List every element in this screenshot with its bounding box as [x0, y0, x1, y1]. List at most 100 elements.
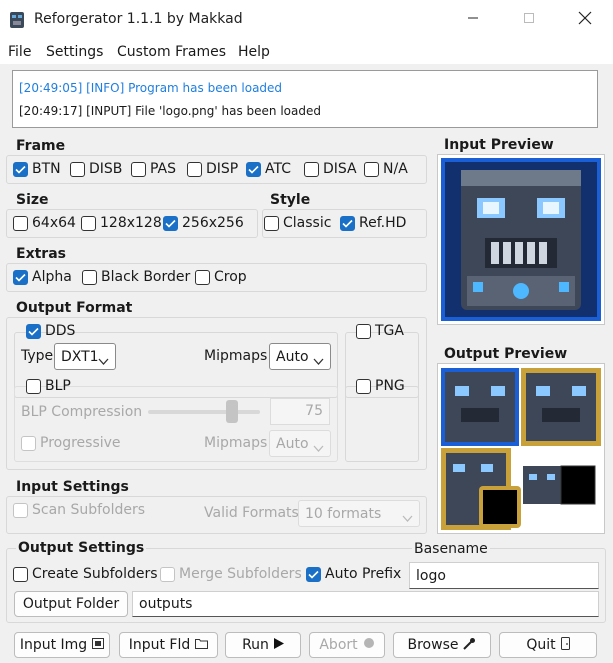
- auto-prefix-checkbox[interactable]: Auto Prefix: [306, 566, 401, 582]
- frame-checkbox-disb-label: DISB: [89, 161, 123, 177]
- app-icon: [8, 11, 26, 29]
- progressive-checkbox-box[interactable]: [21, 435, 36, 451]
- menu-help[interactable]: Help: [238, 44, 270, 60]
- style-checkbox-refhd-box[interactable]: [340, 215, 355, 231]
- png-checkbox-box[interactable]: [356, 378, 371, 394]
- blp-checkbox-box[interactable]: [26, 378, 41, 394]
- size-checkbox-64x64-label: 64x64: [32, 215, 76, 231]
- frame-checkbox-disa-box[interactable]: [304, 161, 319, 177]
- log-line-input: [20:49:17] [INPUT] File 'logo.png' has b…: [19, 104, 321, 118]
- create-subfolders-checkbox[interactable]: Create Subfolders: [13, 566, 158, 582]
- size-checkbox-64x64-box[interactable]: [13, 215, 28, 231]
- frame-checkbox-na[interactable]: N/A: [364, 161, 408, 177]
- output-preview-image: [441, 368, 601, 534]
- extras-checkbox-crop-box[interactable]: [195, 269, 210, 285]
- input-settings-title: Input Settings: [16, 479, 129, 495]
- tga-checkbox[interactable]: TGA: [356, 323, 404, 339]
- blp-compression-label: BLP Compression: [21, 404, 143, 420]
- run-button[interactable]: Run: [225, 632, 301, 658]
- menu-settings[interactable]: Settings: [46, 44, 103, 60]
- size-checkbox-128x128-box[interactable]: [81, 215, 96, 231]
- input-img-label: Input Img: [19, 637, 88, 653]
- extras-checkbox-black-border-box[interactable]: [82, 269, 97, 285]
- maximize-icon: [523, 12, 535, 28]
- output-folder-button[interactable]: Output Folder: [14, 591, 128, 617]
- png-checkbox-label: PNG: [375, 378, 405, 394]
- extras-checkbox-alpha[interactable]: Alpha: [13, 269, 72, 285]
- dds-checkbox-box[interactable]: [26, 323, 41, 339]
- menu-custom-frames[interactable]: Custom Frames: [117, 44, 226, 60]
- size-checkbox-256x256-box[interactable]: [163, 215, 178, 231]
- minimize-icon: [467, 12, 479, 28]
- valid-formats-value: 10 formats: [305, 505, 382, 522]
- create-subfolders-checkbox-box[interactable]: [13, 566, 28, 582]
- frame-checkbox-disa[interactable]: DISA: [304, 161, 357, 177]
- frame-checkbox-pas[interactable]: PAS: [131, 161, 176, 177]
- extras-checkbox-black-border[interactable]: Black Border: [82, 269, 190, 285]
- input-fld-button[interactable]: Input Fld: [119, 632, 218, 658]
- style-checkbox-refhd[interactable]: Ref.HD: [340, 215, 406, 231]
- scan-subfolders-checkbox[interactable]: Scan Subfolders: [13, 502, 145, 518]
- extras-checkbox-alpha-box[interactable]: [13, 269, 28, 285]
- scan-subfolders-checkbox-box[interactable]: [13, 502, 28, 518]
- frame-checkbox-atc-box[interactable]: [246, 161, 261, 177]
- abort-button[interactable]: Abort: [309, 632, 385, 658]
- frame-checkbox-btn[interactable]: BTN: [13, 161, 61, 177]
- frame-checkbox-btn-label: BTN: [32, 161, 61, 177]
- frame-checkbox-disa-label: DISA: [323, 161, 357, 177]
- frame-checkbox-disp-box[interactable]: [187, 161, 202, 177]
- minimize-button[interactable]: [445, 0, 501, 40]
- menu-file[interactable]: File: [8, 44, 31, 60]
- browse-button[interactable]: Browse: [393, 632, 491, 658]
- style-checkbox-classic-box[interactable]: [264, 215, 279, 231]
- blp-checkbox[interactable]: BLP: [26, 378, 71, 394]
- input-img-button[interactable]: Input Img: [14, 632, 110, 658]
- output-preview-title: Output Preview: [444, 346, 568, 362]
- frame-checkbox-pas-box[interactable]: [131, 161, 146, 177]
- output-folder-input[interactable]: outputs: [132, 591, 599, 617]
- dds-checkbox[interactable]: DDS: [26, 323, 75, 339]
- size-checkbox-64x64[interactable]: 64x64: [13, 215, 76, 231]
- frame-checkbox-disp[interactable]: DISP: [187, 161, 238, 177]
- input-preview-image: [441, 158, 601, 325]
- size-checkbox-128x128[interactable]: 128x128: [81, 215, 162, 231]
- blp-compression-slider[interactable]: [226, 400, 238, 423]
- quit-label: Quit: [526, 637, 556, 653]
- valid-formats-dropdown[interactable]: 10 formats: [298, 500, 420, 527]
- frame-checkbox-btn-box[interactable]: [13, 161, 28, 177]
- close-button[interactable]: [557, 0, 613, 40]
- png-checkbox[interactable]: PNG: [356, 378, 405, 394]
- progressive-checkbox[interactable]: Progressive: [21, 435, 121, 451]
- extras-checkbox-crop-label: Crop: [214, 269, 247, 285]
- tga-checkbox-box[interactable]: [356, 323, 371, 339]
- frame-checkbox-disb[interactable]: DISB: [70, 161, 122, 177]
- browse-label: Browse: [407, 637, 459, 653]
- chevron-down-icon: [402, 510, 413, 526]
- blp-compression-value[interactable]: 75: [270, 398, 330, 425]
- close-icon: [578, 11, 592, 29]
- merge-subfolders-checkbox[interactable]: Merge Subfolders: [160, 566, 302, 582]
- frame-checkbox-na-box[interactable]: [364, 161, 379, 177]
- extras-checkbox-crop[interactable]: Crop: [195, 269, 247, 285]
- basename-label: Basename: [412, 541, 490, 557]
- frame-checkbox-disb-box[interactable]: [70, 161, 85, 177]
- mipmaps-label: Mipmaps: [204, 348, 268, 364]
- blp-mipmaps-dropdown[interactable]: Auto: [269, 430, 331, 457]
- mipmaps-dropdown[interactable]: Auto: [269, 343, 331, 370]
- merge-subfolders-checkbox-box[interactable]: [160, 566, 175, 582]
- basename-input[interactable]: logo: [409, 562, 599, 589]
- auto-prefix-checkbox-box[interactable]: [306, 566, 321, 582]
- type-dropdown[interactable]: DXT1: [54, 343, 116, 370]
- input-preview-title: Input Preview: [444, 137, 554, 153]
- quit-button[interactable]: Quit: [499, 632, 597, 658]
- log-panel[interactable]: [20:49:05] [INFO] Program has been loade…: [12, 70, 598, 128]
- maximize-button[interactable]: [501, 0, 557, 40]
- type-value: DXT1: [61, 348, 99, 365]
- size-checkbox-128x128-label: 128x128: [100, 215, 162, 231]
- output-settings-title: Output Settings: [16, 540, 147, 556]
- size-checkbox-256x256[interactable]: 256x256: [163, 215, 244, 231]
- frame-checkbox-pas-label: PAS: [150, 161, 177, 177]
- image-icon: [92, 637, 105, 653]
- style-checkbox-classic[interactable]: Classic: [264, 215, 331, 231]
- frame-checkbox-atc[interactable]: ATC: [246, 161, 291, 177]
